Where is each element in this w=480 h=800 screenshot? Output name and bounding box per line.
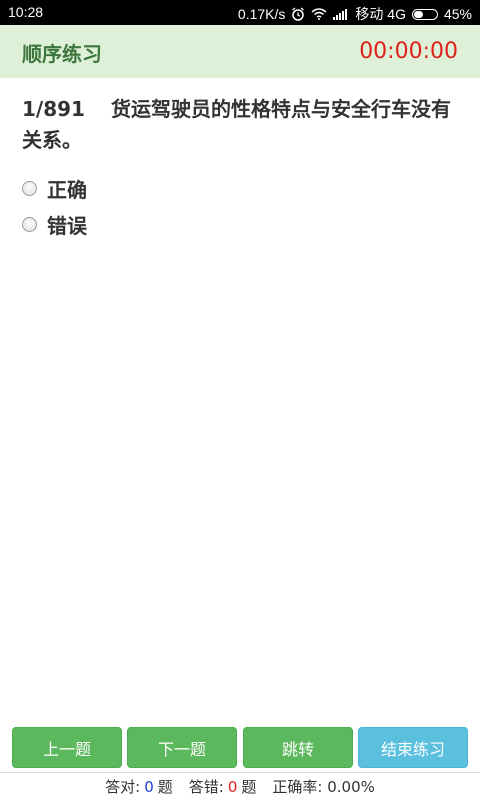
accuracy-label: 正确率: — [272, 778, 323, 796]
page-title: 顺序练习 — [22, 42, 102, 66]
correct-stat: 答对: 0 题 — [105, 776, 173, 797]
accuracy-stat: 正确率: 0.00% — [272, 776, 375, 797]
correct-unit: 题 — [157, 778, 173, 796]
status-bar: 10:28 0.17K/s 移动 4G 45% — [0, 0, 480, 25]
radio-icon[interactable] — [22, 217, 37, 232]
next-question-button[interactable]: 下一题 — [127, 727, 237, 768]
stats-bar: 答对: 0 题 答错: 0 题 正确率: 0.00% — [0, 772, 480, 800]
prev-question-button[interactable]: 上一题 — [12, 727, 122, 768]
wrong-unit: 题 — [241, 778, 257, 796]
question-number: 1/891 — [22, 97, 85, 121]
signal-icon — [333, 8, 349, 20]
option-label: 错误 — [47, 214, 87, 238]
correct-label: 答对: — [105, 778, 141, 796]
option-label: 正确 — [47, 178, 87, 202]
question-text-block: 1/891 货运驾驶员的性格特点与安全行车没有关系。 — [22, 94, 462, 156]
timer: 00:00:00 — [359, 39, 458, 64]
battery-percent: 45% — [443, 6, 472, 22]
question-area: 1/891 货运驾驶员的性格特点与安全行车没有关系。 正确 错误 — [0, 78, 480, 724]
correct-count: 0 — [144, 778, 154, 796]
wifi-icon — [311, 8, 327, 20]
battery-icon — [411, 8, 438, 20]
option-correct[interactable]: 正确 — [22, 174, 87, 203]
accuracy-value: 0.00% — [327, 778, 375, 796]
radio-icon[interactable] — [22, 181, 37, 196]
button-bar: 上一题 下一题 跳转 结束练习 — [0, 724, 480, 772]
status-right: 0.17K/s 移动 4G 45% — [238, 4, 472, 24]
alarm-icon — [291, 7, 305, 21]
net-speed: 0.17K/s — [237, 6, 286, 22]
wrong-label: 答错: — [188, 778, 224, 796]
option-wrong[interactable]: 错误 — [22, 210, 87, 239]
carrier-label: 移动 4G — [355, 6, 406, 22]
wrong-count: 0 — [227, 778, 238, 796]
header-bar: 顺序练习 00:00:00 — [0, 25, 480, 78]
wrong-stat: 答错: 0 题 — [189, 776, 257, 797]
question-text: 货运驾驶员的性格特点与安全行车没有关系。 — [22, 97, 451, 152]
jump-button[interactable]: 跳转 — [243, 727, 353, 768]
status-time: 10:28 — [8, 4, 44, 20]
finish-practice-button[interactable]: 结束练习 — [358, 727, 468, 768]
